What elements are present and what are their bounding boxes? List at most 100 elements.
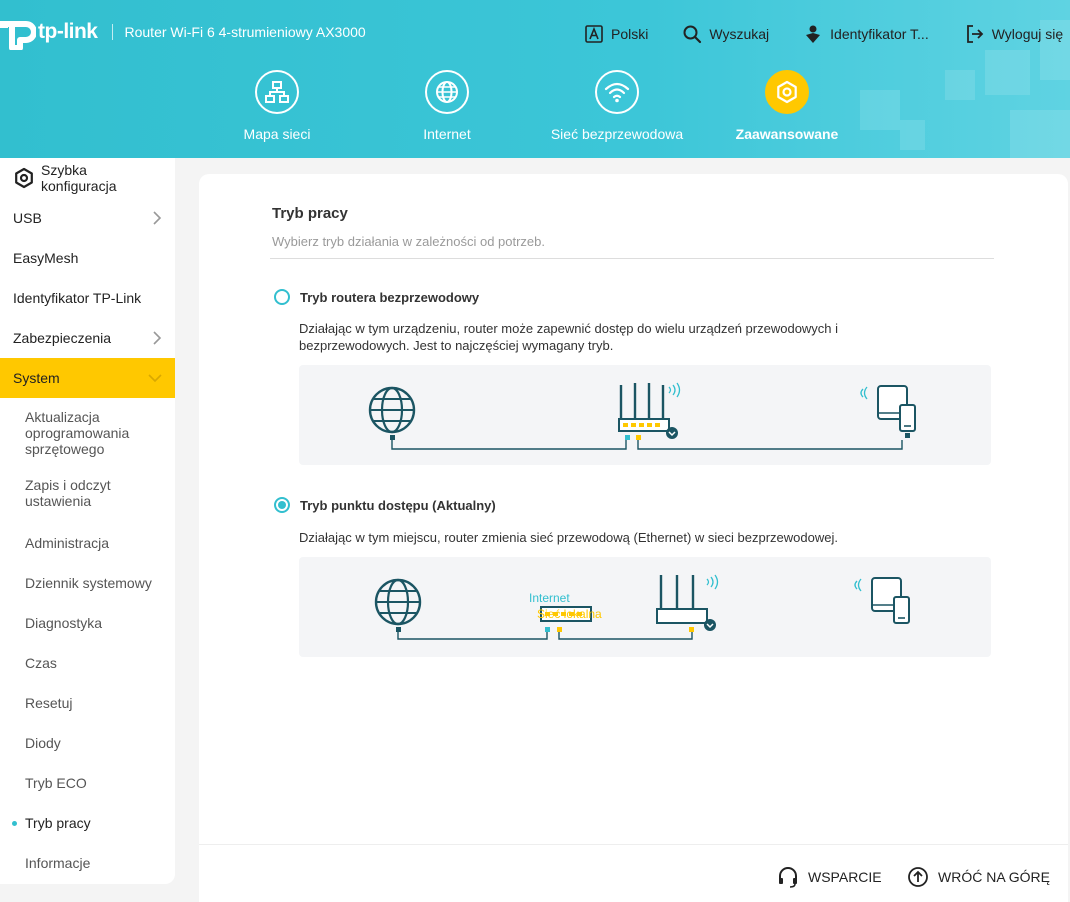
radio-access-point-mode[interactable]: Tryb punktu dostępu (Aktualny) [274,497,496,513]
diagram-label-lan: Sieć lokalna [537,607,602,621]
router-mode-diagram-svg [368,382,916,450]
access-point-mode-diagram: Internet Sieć lokalna [299,557,991,657]
globe-icon [436,81,458,103]
devices-icon [854,577,910,624]
sidebar-item-label: System [13,370,60,386]
content-card: Tryb pracy Wybierz tryb działania w zale… [199,174,1068,902]
router-icon [656,574,719,632]
router-mode-description: Działając w tym urządzeniu, router może … [299,321,839,353]
radio-label: Tryb punktu dostępu (Aktualny) [300,497,496,513]
logout-button[interactable]: Wyloguj się [965,24,1063,44]
sidebar-item-quick-setup[interactable]: Szybka konfiguracja [0,158,175,198]
search-button[interactable]: Wyszukaj [682,24,769,44]
sidebar-item-label: Identyfikator TP-Link [13,290,142,306]
tp-link-logo-icon [0,21,36,50]
nav-advanced[interactable]: Zaawansowane [707,70,867,142]
nav-network-map[interactable]: Mapa sieci [197,70,357,142]
main-nav: Mapa sieci Internet Sieć bezprzewodowa Z… [0,70,1070,150]
globe-icon [368,386,416,440]
router-model: Router Wi-Fi 6 4-strumieniowy AX3000 [124,24,366,40]
sidebar-subitem-op-mode[interactable]: Tryb pracy [0,803,175,843]
page-description: Wybierz tryb działania w zależności od p… [272,234,546,249]
network-map-icon [265,81,289,103]
sidebar-item-tplink-id[interactable]: Identyfikator TP-Link [0,278,175,318]
active-dot [12,820,17,826]
nav-internet-label: Internet [423,126,471,142]
sidebar-subitem-label: Diagnostyka [25,615,103,631]
headset-icon [779,867,797,888]
top-actions: Polski Wyszukaj Identyfikator T... Wylog… [584,24,1070,44]
sidebar-subitem-syslog[interactable]: Dziennik systemowy [0,563,175,603]
sidebar-item-system[interactable]: System [0,358,175,398]
devices-icon [860,385,916,438]
header: tp-link Router Wi-Fi 6 4-strumieniowy AX… [0,0,1070,158]
sidebar-item-label: USB [13,210,42,226]
access-point-mode-diagram-svg: Internet Sieć lokalna [374,574,910,640]
nav-internet[interactable]: Internet [367,70,527,142]
sidebar-subitem-reset[interactable]: Resetuj [0,683,175,723]
nav-advanced-label: Zaawansowane [735,126,839,142]
globe-icon [374,578,422,632]
internet-icon-circle [425,70,469,114]
logout-icon [966,25,983,43]
sidebar-item-label: EasyMesh [13,250,79,266]
page-title: Tryb pracy [272,205,348,222]
sidebar-subitem-eco[interactable]: Tryb ECO [0,763,175,803]
nav-wireless[interactable]: Sieć bezprzewodowa [537,70,697,142]
sidebar-item-label: Szybka konfiguracja [41,162,117,194]
gear-icon [777,80,797,104]
wifi-icon [604,82,630,103]
footer-divider [199,844,1068,845]
tplink-id-label: Identyfikator T... [830,26,929,42]
nav-wireless-label: Sieć bezprzewodowa [550,126,684,142]
radio-router-mode[interactable]: Tryb routera bezprzewodowy [274,289,479,305]
search-label: Wyszukaj [709,26,770,42]
logo-text: tp-link [38,20,98,43]
sidebar-item-label: Zabezpieczenia [13,330,112,346]
gear-icon [15,167,33,189]
radio-label: Tryb routera bezprzewodowy [300,289,480,305]
sidebar-subitem-admin[interactable]: Administracja [0,523,175,563]
logo[interactable]: tp-link Router Wi-Fi 6 4-strumieniowy AX… [0,14,366,50]
tplink-id-button[interactable]: Identyfikator T... [803,24,929,44]
language-button[interactable]: Polski [584,24,648,44]
chevron-right-icon [153,331,162,345]
sidebar-subitem-label: Informacje [25,855,91,871]
sidebar-subitem-backup[interactable]: Zapis i odczyt ustawienia [0,468,175,518]
sidebar-item-easymesh[interactable]: EasyMesh [0,238,175,278]
router-icon [618,382,681,440]
radio-button[interactable] [274,289,290,305]
sidebar: Szybka konfiguracja USB EasyMesh Identyf… [0,158,175,884]
sidebar-subitem-label: Diody [25,735,61,751]
logout-label: Wyloguj się [991,26,1064,42]
sidebar-subitem-diagnostics[interactable]: Diagnostyka [0,603,175,643]
search-icon [683,25,702,44]
sidebar-subitem-label: Tryb ECO [25,775,87,791]
sidebar-subitem-label: Resetuj [25,695,73,711]
language-label: Polski [611,26,649,42]
sidebar-subitem-firmware[interactable]: Aktualizacja oprogramowania sprzętowego [0,398,175,468]
sidebar-subitem-label: Dziennik systemowy [25,575,152,591]
sidebar-item-security[interactable]: Zabezpieczenia [0,318,175,358]
divider [270,258,994,259]
sidebar-subitem-label: Aktualizacja oprogramowania sprzętowego [25,409,130,457]
router-mode-diagram [299,365,991,465]
sidebar-subitem-label: Tryb pracy [25,815,91,831]
network-map-icon-circle [255,70,299,114]
sidebar-subitem-time[interactable]: Czas [0,643,175,683]
sidebar-subitem-leds[interactable]: Diody [0,723,175,763]
back-to-top-button[interactable]: WRÓĆ NA GÓRĘ [907,866,1050,888]
user-icon [806,25,821,43]
diagram-label-internet: Internet [529,591,570,605]
logo-separator [111,24,113,40]
sidebar-item-usb[interactable]: USB [0,198,175,238]
support-button[interactable]: WSPARCIE [777,866,882,888]
sidebar-subitem-info[interactable]: Informacje [0,843,175,883]
sidebar-subitem-label: Zapis i odczyt ustawienia [25,477,111,509]
back-to-top-label: WRÓĆ NA GÓRĘ [938,869,1051,885]
sidebar-subitem-label: Czas [25,655,57,671]
radio-button[interactable] [274,497,290,513]
chevron-right-icon [153,211,162,225]
arrow-up-circle-icon [908,867,928,887]
advanced-icon-circle [765,70,809,114]
